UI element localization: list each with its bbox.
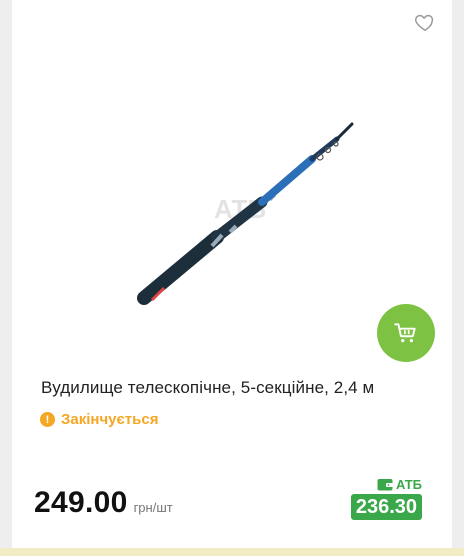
cart-icon [394, 323, 416, 343]
atb-label: АТБ [377, 477, 422, 492]
warning-icon: ! [40, 412, 55, 427]
wallet-icon [377, 479, 393, 491]
atb-offer: АТБ 236.30 [350, 477, 422, 520]
heart-icon[interactable] [414, 11, 436, 33]
price-block: 249.00 грн/шт [34, 486, 173, 520]
product-title[interactable]: Вудилище телескопічне, 5-секційне, 2,4 м [41, 378, 441, 398]
price-unit: грн/шт [133, 500, 173, 515]
stock-status: ! Закінчується [40, 411, 158, 428]
atb-label-text: АТБ [395, 477, 422, 492]
status-text: Закінчується [61, 411, 159, 428]
price-value: 249.00 [34, 486, 128, 519]
product-card[interactable]: АТБ Вудилище телескопічне, 5-секційне, 2… [12, 0, 452, 548]
add-to-cart-button[interactable] [377, 304, 435, 362]
fishing-rod-image[interactable]: АТБ [122, 112, 372, 312]
bottom-strip [0, 548, 464, 556]
atb-price: 236.30 [350, 494, 422, 520]
